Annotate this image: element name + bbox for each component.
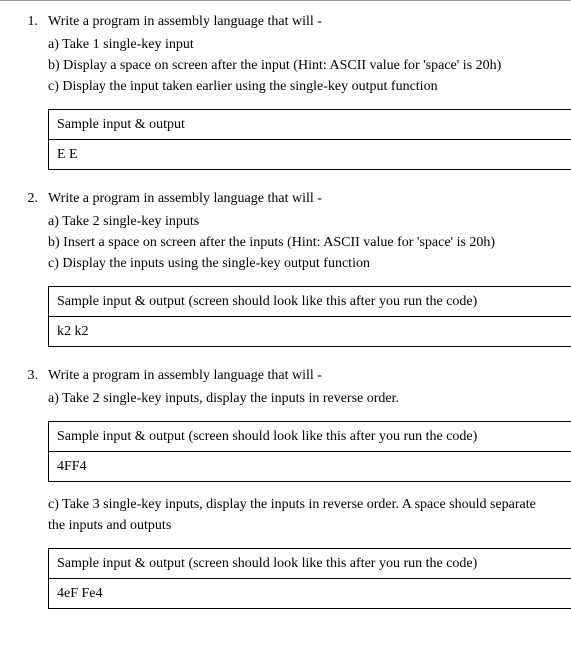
sub-item-c: c) Display the inputs using the single-k… bbox=[48, 253, 551, 274]
sample-table-3a: Sample input & output (screen should loo… bbox=[48, 421, 571, 482]
sample-value: 4FF4 bbox=[49, 452, 571, 482]
question-body: Write a program in assembly language tha… bbox=[48, 11, 551, 97]
followup-text: c) Take 3 single-key inputs, display the… bbox=[48, 494, 551, 536]
question-1: 1. Write a program in assembly language … bbox=[20, 11, 551, 170]
question-number: 3. bbox=[20, 365, 48, 386]
question-body: Write a program in assembly language tha… bbox=[48, 188, 551, 274]
question-3: 3. Write a program in assembly language … bbox=[20, 365, 551, 609]
sub-item-a: a) Take 1 single-key input bbox=[48, 34, 551, 55]
question-header: 2. Write a program in assembly language … bbox=[20, 188, 551, 274]
question-body: Write a program in assembly language tha… bbox=[48, 365, 551, 409]
question-2: 2. Write a program in assembly language … bbox=[20, 188, 551, 347]
sample-value: 4eF Fe4 bbox=[49, 579, 571, 609]
sample-table-3c: Sample input & output (screen should loo… bbox=[48, 548, 571, 609]
sample-header: Sample input & output (screen should loo… bbox=[49, 287, 571, 317]
question-header: 1. Write a program in assembly language … bbox=[20, 11, 551, 97]
question-intro: Write a program in assembly language tha… bbox=[48, 11, 551, 32]
sample-header: Sample input & output (screen should loo… bbox=[49, 549, 571, 579]
sub-item-a: a) Take 2 single-key inputs bbox=[48, 211, 551, 232]
question-number: 1. bbox=[20, 11, 48, 32]
sub-item-c: c) Display the input taken earlier using… bbox=[48, 76, 551, 97]
sample-table-2: Sample input & output (screen should loo… bbox=[48, 286, 571, 347]
question-intro: Write a program in assembly language tha… bbox=[48, 365, 551, 386]
sample-table-1: Sample input & output E E bbox=[48, 109, 571, 170]
question-header: 3. Write a program in assembly language … bbox=[20, 365, 551, 409]
sample-header: Sample input & output (screen should loo… bbox=[49, 422, 571, 452]
sample-value: k2 k2 bbox=[49, 317, 571, 347]
question-number: 2. bbox=[20, 188, 48, 209]
sub-item-b: b) Insert a space on screen after the in… bbox=[48, 232, 551, 253]
sample-header: Sample input & output bbox=[49, 110, 571, 140]
question-intro: Write a program in assembly language tha… bbox=[48, 188, 551, 209]
sample-value: E E bbox=[49, 140, 571, 170]
sub-item-b: b) Display a space on screen after the i… bbox=[48, 55, 551, 76]
sub-item-a: a) Take 2 single-key inputs, display the… bbox=[48, 388, 551, 409]
